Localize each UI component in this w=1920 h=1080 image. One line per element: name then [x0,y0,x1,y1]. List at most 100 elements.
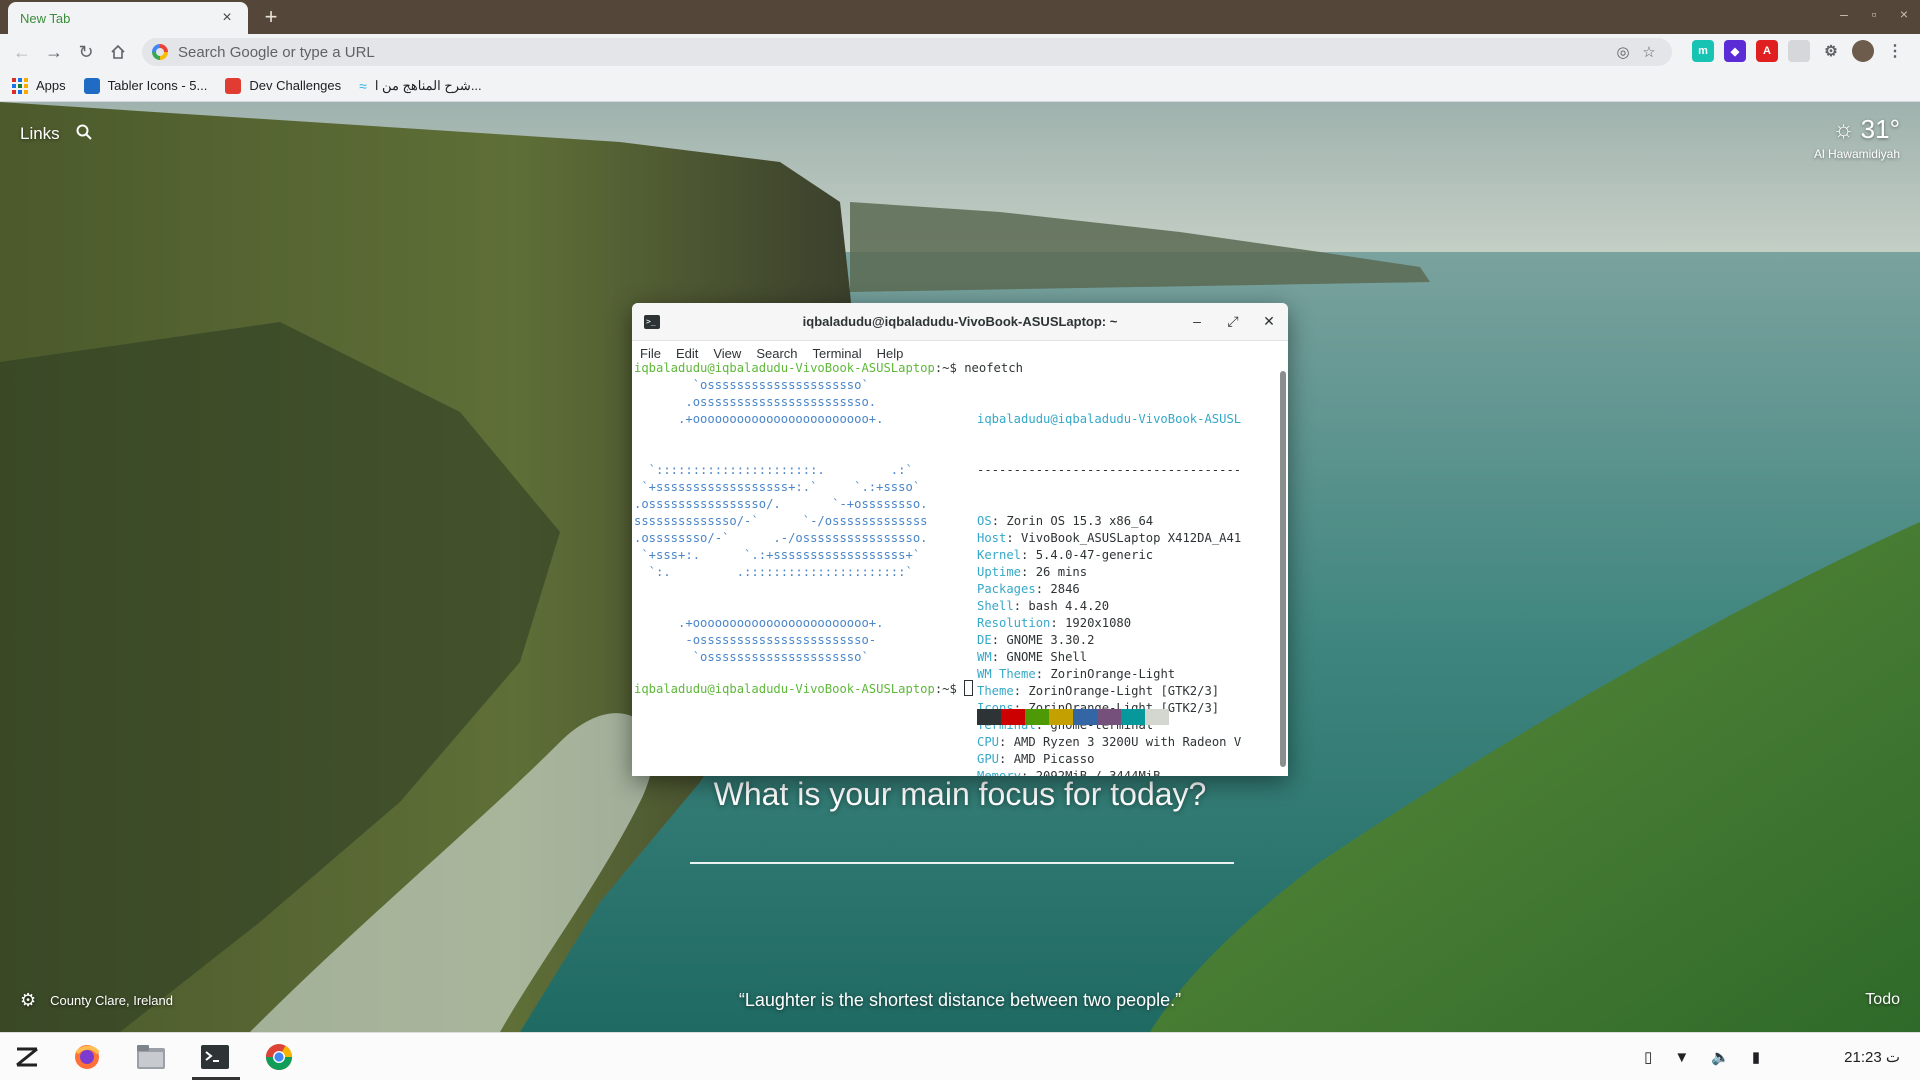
bookmark-label: Dev Challenges [249,78,342,93]
terminal-minimize-button[interactable]: – [1188,313,1206,330]
info-key: Memory [977,769,1022,776]
terminal-output[interactable]: iqbaladudu@iqbaladudu-VivoBook-ASUSLapto… [632,361,1288,776]
palette-swatch [1121,709,1145,725]
terminal-scrollbar[interactable] [1280,371,1286,767]
grey-extension-icon[interactable] [1788,40,1810,62]
palette-swatch [1025,709,1049,725]
weather-widget[interactable]: ☼ 31° Al Hawamidiyah [1814,114,1900,161]
profile-avatar[interactable] [1852,40,1874,62]
volume-icon[interactable]: 🔈 [1711,1048,1730,1066]
reload-button[interactable]: ↻ [70,36,102,68]
omnibox[interactable]: ◎ ☆ [142,38,1672,66]
terminal-close-button[interactable]: ✕ [1260,313,1278,330]
info-separator: ------------------------------------ [977,463,1242,477]
extensions-row: m ◆ A ⚙ ⋮ [1692,40,1906,62]
home-button[interactable] [102,36,134,68]
logo-line: .ossssssssssssssso/. `-+ossssssso. [634,497,928,511]
forward-button[interactable]: → [38,36,70,68]
info-colon: : [1021,565,1036,579]
zorin-menu-icon[interactable] [8,1039,46,1075]
logo-line [634,598,928,615]
bookmark-label: شرح المناهج من ا... [374,77,482,93]
m-extension-icon[interactable]: m [1692,40,1714,62]
info-key: WM [977,650,992,664]
prompt-line: iqbaladudu@iqbaladudu-VivoBook-ASUSLapto… [634,680,974,698]
bookmark-dev-challenges[interactable]: Dev Challenges [225,77,342,94]
wave-icon: ≈ [359,77,367,94]
battery-icon[interactable]: ▮ [1752,1048,1760,1066]
info-value: VivoBook_ASUSLaptop X412DA_A41 [1021,531,1242,545]
info-value: AMD Picasso [1013,752,1095,766]
info-row: Kernel: 5.4.0-47-generic [977,547,1241,564]
tab-close-icon[interactable]: × [218,9,236,27]
bookmark-apps[interactable]: Apps [12,77,66,94]
focus-input[interactable] [690,830,1234,864]
info-value: 1920x1080 [1065,616,1132,630]
menu-edit[interactable]: Edit [676,346,698,361]
search-icon[interactable] [76,124,92,145]
wifi-icon[interactable]: ▼ [1674,1049,1689,1066]
menu-file[interactable]: File [640,346,661,361]
info-value: 2846 [1050,582,1080,596]
logo-line: .osssssssssssssssssssssso. [634,395,877,409]
terminal-window[interactable]: >_ iqbaladudu@iqbaladudu-VivoBook-ASUSLa… [632,303,1288,776]
info-colon: : [1035,582,1051,596]
menu-view[interactable]: View [713,346,741,361]
chrome-menu-icon[interactable]: ⋮ [1884,40,1906,62]
info-row: Packages: 2846 [977,581,1241,598]
sun-icon: ☼ [1832,115,1855,143]
menu-terminal[interactable]: Terminal [813,346,862,361]
info-row: Resolution: 1920x1080 [977,615,1241,632]
info-row: OS: Zorin OS 15.3 x86_64 [977,513,1241,530]
weather-location: Al Hawamidiyah [1813,147,1900,161]
prompt-suffix: :~$ [934,361,965,375]
menu-search[interactable]: Search [756,346,797,361]
info-row: Host: VivoBook_ASUSLaptop X412DA_A41 [977,530,1241,547]
chrome-toolbar: ← → ↻ ◎ ☆ m ◆ A ⚙ ⋮ [0,34,1920,70]
palette-swatch [1073,709,1097,725]
close-window-button[interactable]: × [1896,6,1912,22]
todo-button[interactable]: Todo [1865,991,1900,1009]
new-tab-button[interactable]: + [258,4,284,30]
home-icon [111,44,125,59]
info-key: Kernel [977,548,1022,562]
tabler-icon [83,77,100,94]
omnibox-input[interactable] [178,43,1610,61]
purple-gem-icon[interactable]: ◆ [1724,40,1746,62]
links-button[interactable]: Links [20,124,60,144]
info-value: Zorin OS 15.3 x86_64 [1006,514,1154,528]
desktop: New Tab × + – ▫ × ← → ↻ ◎ ☆ m ◆ A ⚙ [0,0,1920,1080]
info-colon: : [1021,548,1036,562]
chrome-icon[interactable] [260,1039,298,1075]
info-row: DE: GNOME 3.30.2 [977,632,1241,649]
text-cursor [964,680,974,696]
daily-quote: “Laughter is the shortest distance betwe… [738,990,1182,1010]
info-value: AMD Ryzen 3 3200U with Radeon V [1013,735,1242,749]
info-value: 26 mins [1035,565,1088,579]
clock[interactable]: 21:23 ت [1844,1048,1900,1066]
info-key: GPU [977,752,1000,766]
bookmark-star-icon[interactable]: ☆ [1636,43,1662,61]
terminal-icon[interactable] [196,1039,234,1075]
firefox-icon[interactable] [68,1039,106,1075]
menu-help[interactable]: Help [877,346,904,361]
phone-icon[interactable]: ▯ [1644,1048,1652,1066]
info-row: Shell: bash 4.4.20 [977,598,1241,615]
maximize-button[interactable]: ▫ [1866,6,1882,22]
adobe-pdf-icon[interactable]: A [1756,40,1778,62]
terminal-titlebar[interactable]: >_ iqbaladudu@iqbaladudu-VivoBook-ASUSLa… [632,303,1288,341]
puzzle-extensions-icon[interactable]: ⚙ [1820,40,1842,62]
window-controls: – ▫ × [1836,6,1912,22]
bookmark-tabler-icons[interactable]: Tabler Icons - 5... [83,77,207,94]
location-target-icon[interactable]: ◎ [1610,43,1636,61]
bookmark-arabic[interactable]: ≈ شرح المناهج من ا... [359,78,482,94]
back-button[interactable]: ← [6,36,38,68]
info-colon: : [1006,531,1022,545]
logo-line: `osssssssssssssssssssso` [634,378,869,392]
tab-new-tab[interactable]: New Tab × [8,2,248,34]
minimize-button[interactable]: – [1836,6,1852,22]
terminal-maximize-button[interactable]: ⤢ [1224,313,1242,330]
info-row: Uptime: 26 mins [977,564,1241,581]
tab-title: New Tab [20,10,71,26]
files-icon[interactable] [132,1039,170,1075]
